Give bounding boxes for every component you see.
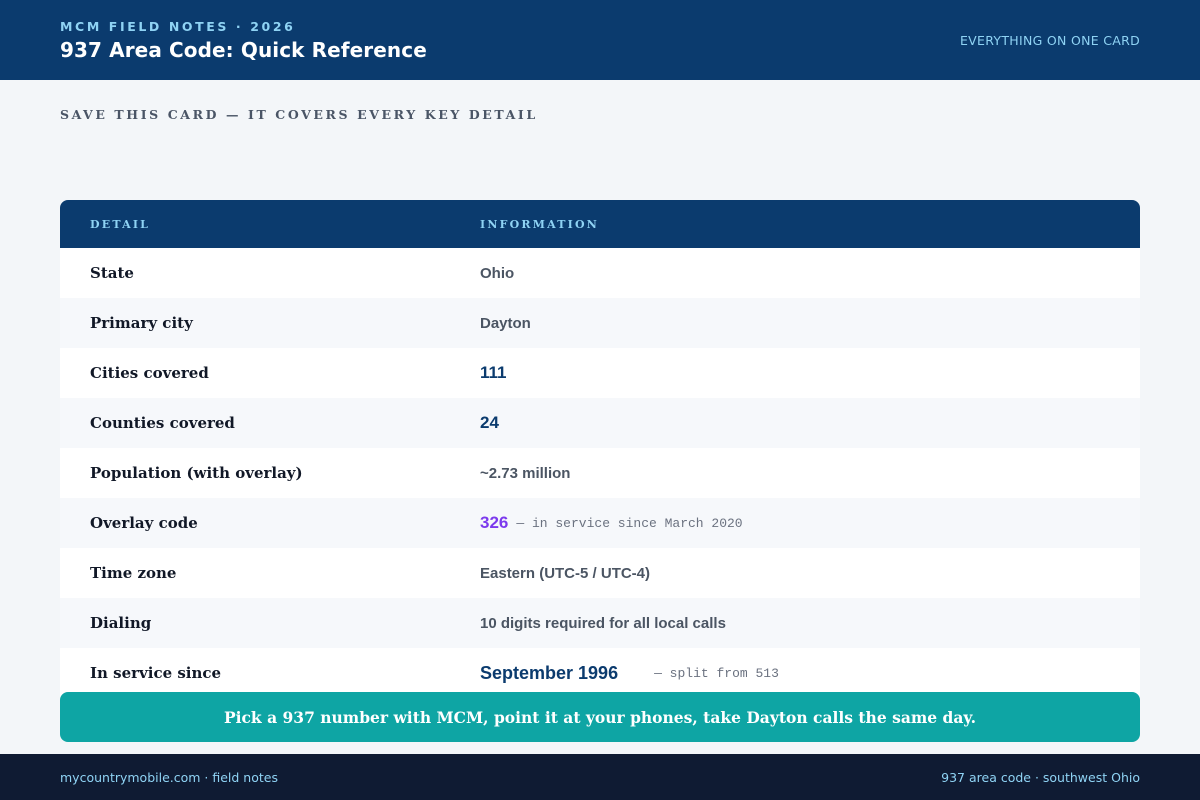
row-label: Counties covered xyxy=(90,414,235,432)
row-value: 111 xyxy=(480,363,507,382)
table-row: Primary city Dayton xyxy=(60,298,1140,348)
header-tagline: EVERYTHING ON ONE CARD xyxy=(959,32,1140,48)
row-label: Primary city xyxy=(90,314,193,332)
cta-banner[interactable]: Pick a 937 number with MCM, point it at … xyxy=(60,692,1140,742)
column-header-information: INFORMATION xyxy=(480,217,600,231)
footer: mycountrymobile.com · field notes 937 ar… xyxy=(0,754,1200,800)
column-header-detail: DETAIL xyxy=(90,217,151,231)
row-label: Cities covered xyxy=(90,364,209,382)
reference-table: DETAIL INFORMATION State Ohio Primary ci… xyxy=(60,200,1140,698)
table-row: Counties covered 24 xyxy=(60,398,1140,448)
table-row: Population (with overlay) ~2.73 million xyxy=(60,448,1140,498)
table-row: Dialing 10 digits required for all local… xyxy=(60,598,1140,648)
table-row: State Ohio xyxy=(60,248,1140,298)
table-row: Overlay code 326 — in service since Marc… xyxy=(60,498,1140,548)
brand-block: MCM FIELD NOTES · 2026 937 Area Code: Qu… xyxy=(60,19,427,62)
row-label: Overlay code xyxy=(90,514,198,532)
row-label: Time zone xyxy=(90,564,177,582)
footer-site-link[interactable]: mycountrymobile.com · field notes xyxy=(60,770,278,785)
row-value: Ohio xyxy=(480,264,515,282)
row-label: In service since xyxy=(90,664,222,682)
table-header: DETAIL INFORMATION xyxy=(60,200,1140,248)
brand-kicker: MCM FIELD NOTES · 2026 xyxy=(60,18,296,34)
overlay-note: — in service since March 2020 xyxy=(516,515,743,531)
table-row: In service since September 1996 — split … xyxy=(60,648,1140,698)
in-service-date-value: September 1996 xyxy=(480,662,619,683)
row-value: Dayton xyxy=(480,314,531,332)
table-row: Time zone Eastern (UTC-5 / UTC-4) xyxy=(60,548,1140,598)
row-label: Population (with overlay) xyxy=(90,464,303,482)
page-title: 937 Area Code: Quick Reference xyxy=(60,37,427,62)
overlay-code-value: 326 xyxy=(480,513,509,532)
row-label: State xyxy=(90,264,134,282)
top-bar: MCM FIELD NOTES · 2026 937 Area Code: Qu… xyxy=(0,0,1200,80)
card-subheading: SAVE THIS CARD — IT COVERS EVERY KEY DET… xyxy=(60,107,538,122)
row-value: ~2.73 million xyxy=(480,464,571,482)
split-note: — split from 513 xyxy=(654,665,779,681)
row-value: 10 digits required for all local calls xyxy=(480,614,726,632)
footer-tagline: 937 area code · southwest Ohio xyxy=(941,769,1140,785)
table-row: Cities covered 111 xyxy=(60,348,1140,398)
row-value: 24 xyxy=(480,413,499,432)
row-value: Eastern (UTC-5 / UTC-4) xyxy=(480,564,651,582)
row-label: Dialing xyxy=(90,614,152,632)
